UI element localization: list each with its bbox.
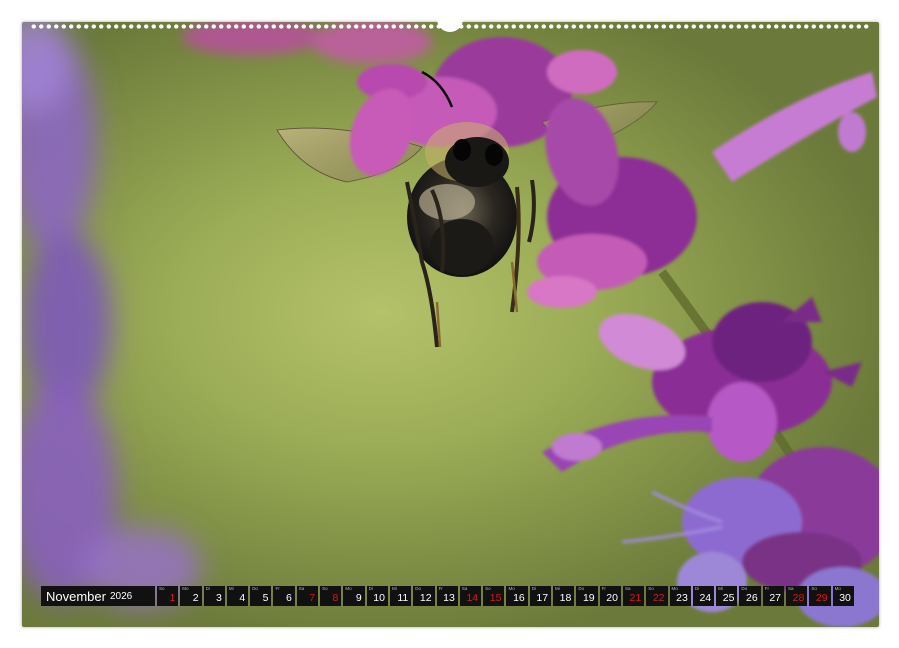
weekday-abbrev: Mi [391, 586, 397, 591]
calendar-strip: November 2026 So 1 Mo 2 Di 3 Mi 4 Do 5 Fr 6 Sa 7 So 8 Mo… [41, 586, 854, 606]
month-name: November [46, 588, 106, 604]
calendar-day: Do 5 [250, 586, 272, 606]
weekday-abbrev: Mo [834, 586, 841, 591]
day-number: 12 [419, 592, 432, 604]
weekday-abbrev: Fr [601, 586, 606, 591]
weekday-abbrev: Do [578, 586, 585, 591]
calendar-day: Sa 28 [786, 586, 808, 606]
weekday-abbrev: Sa [461, 586, 468, 591]
day-number: 16 [513, 592, 525, 604]
weekday-abbrev: So [322, 586, 328, 591]
day-number: 8 [332, 592, 339, 604]
day-number: 9 [355, 592, 362, 604]
calendar-day: Mo 30 [832, 586, 854, 606]
day-number: 13 [443, 592, 455, 604]
weekday-abbrev: Do [252, 586, 258, 591]
calendar-day: Mi 4 [226, 586, 249, 606]
weekday-abbrev: Di [531, 586, 536, 591]
calendar-day: So 29 [809, 586, 831, 606]
calendar-day: Mi 11 [389, 586, 412, 606]
day-number: 21 [629, 592, 642, 604]
day-number: 11 [397, 592, 409, 604]
calendar-day: Di 10 [366, 586, 388, 606]
calendar-day: Di 17 [529, 586, 552, 606]
calendar-day: Di 3 [203, 586, 225, 606]
weekday-abbrev: Mi [228, 586, 234, 591]
calendar-day: Sa 7 [296, 586, 319, 606]
day-number: 10 [373, 592, 385, 604]
calendar-day: So 15 [483, 586, 505, 606]
weekday-abbrev: Mo [345, 586, 352, 591]
day-number: 7 [309, 592, 316, 604]
weekday-abbrev: So [485, 586, 491, 591]
blurred-lavender-left [22, 22, 202, 607]
calendar-day: Mi 25 [716, 586, 738, 606]
calendar-day: Fr 6 [273, 586, 295, 606]
day-number: 17 [536, 592, 549, 604]
calendar-day: So 1 [157, 586, 179, 606]
calendar-day: Do 12 [413, 586, 435, 606]
day-number: 3 [216, 592, 222, 604]
calendar-day: Mi 18 [553, 586, 575, 606]
weekday-abbrev: Di [694, 586, 700, 591]
weekday-abbrev: Mo [508, 586, 515, 591]
day-number: 4 [239, 592, 246, 604]
calendar-day: Mo 2 [180, 586, 202, 606]
weekday-abbrev: Mo [671, 586, 678, 591]
weekday-abbrev: So [811, 586, 817, 591]
weekday-abbrev: Mo [182, 586, 189, 591]
day-number: 23 [676, 592, 688, 604]
day-number: 25 [722, 592, 735, 604]
day-number: 24 [699, 592, 712, 604]
day-number: 22 [652, 592, 665, 604]
day-number: 26 [746, 592, 758, 604]
day-number: 30 [839, 592, 851, 604]
day-number: 20 [606, 592, 618, 604]
calendar-day: Fr 20 [599, 586, 621, 606]
year-label: 2026 [109, 590, 133, 602]
weekday-abbrev: Mi [718, 586, 723, 591]
weekday-abbrev: Fr [764, 586, 769, 591]
weekday-abbrev: So [159, 586, 165, 591]
day-number: 27 [769, 592, 782, 604]
calendar-day: Fr 13 [436, 586, 458, 606]
weekday-abbrev: Do [415, 586, 422, 591]
calendar-day: Do 26 [739, 586, 761, 606]
weekday-abbrev: Mi [555, 586, 560, 591]
day-number: 18 [559, 592, 572, 604]
calendar-day: So 22 [646, 586, 668, 606]
weekday-abbrev: Di [368, 586, 373, 591]
day-number: 19 [582, 592, 595, 604]
calendar-day: Sa 21 [622, 586, 645, 606]
day-number: 28 [792, 592, 805, 604]
weekday-abbrev: Di [205, 586, 210, 591]
day-number: 1 [169, 592, 176, 604]
calendar-day: Di 24 [692, 586, 715, 606]
calendar-day: Sa 14 [459, 586, 482, 606]
day-number: 5 [262, 592, 269, 604]
day-number: 2 [192, 592, 199, 604]
day-number: 6 [285, 592, 292, 604]
weekday-abbrev: Sa [298, 586, 305, 591]
weekday-abbrev: Sa [624, 586, 631, 591]
day-number: 15 [489, 592, 502, 604]
month-label: November 2026 [41, 586, 155, 606]
weekday-abbrev: Fr [438, 586, 443, 591]
calendar-day: Fr 27 [762, 586, 785, 606]
calendar-page [22, 22, 879, 627]
weekday-abbrev: Fr [275, 586, 280, 591]
calendar-day: Do 19 [576, 586, 598, 606]
day-number: 29 [815, 592, 828, 604]
weekday-abbrev: So [648, 586, 654, 591]
calendar-day: Mo 9 [343, 586, 365, 606]
weekday-abbrev: Sa [788, 586, 794, 591]
weekday-abbrev: Do [741, 586, 748, 591]
calendar-day: So 8 [320, 586, 342, 606]
calendar-day: Mo 16 [506, 586, 528, 606]
calendar-day: Mo 23 [669, 586, 691, 606]
day-number: 14 [466, 592, 479, 604]
